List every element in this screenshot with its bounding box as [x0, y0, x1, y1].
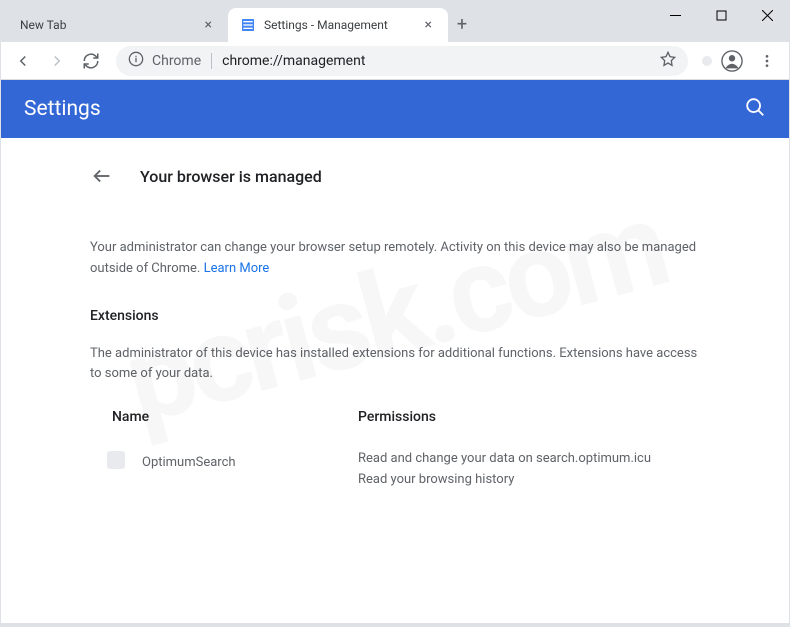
settings-content: Your browser is managed Your administrat… — [0, 138, 790, 491]
menu-button[interactable] — [752, 46, 782, 76]
extensions-section-title: Extensions — [90, 308, 700, 324]
toolbar-right — [702, 46, 782, 76]
tab-strip: New Tab × Settings - Management × + — [0, 0, 652, 42]
column-header-permissions: Permissions — [358, 409, 436, 425]
extensions-table: Name Permissions OptimumSearch Read and … — [90, 409, 700, 491]
account-icon[interactable] — [718, 47, 746, 75]
info-icon — [128, 51, 144, 71]
page-subheader: Your browser is managed — [0, 138, 790, 214]
settings-header: Settings — [0, 80, 790, 138]
tab-new-tab[interactable]: New Tab × — [8, 8, 228, 42]
back-button[interactable] — [8, 46, 38, 76]
learn-more-link[interactable]: Learn More — [204, 261, 270, 276]
address-url: chrome://management — [222, 53, 652, 69]
close-window-button[interactable] — [744, 0, 790, 30]
maximize-button[interactable] — [698, 0, 744, 30]
settings-icon — [240, 17, 256, 33]
window-controls — [652, 0, 790, 30]
extension-name: OptimumSearch — [142, 449, 358, 470]
address-scheme: Chrome — [152, 53, 212, 69]
table-header: Name Permissions — [90, 409, 700, 425]
address-bar[interactable]: Chrome chrome://management — [116, 46, 688, 76]
extension-permissions: Read and change your data on search.opti… — [358, 449, 651, 491]
bookmark-icon[interactable] — [660, 51, 676, 71]
main-panel: Your administrator can change your brows… — [90, 238, 700, 491]
minimize-button[interactable] — [652, 0, 698, 30]
close-icon[interactable]: × — [201, 15, 216, 35]
column-header-name: Name — [90, 409, 358, 425]
extension-icon — [107, 451, 125, 469]
reload-button[interactable] — [76, 46, 106, 76]
new-tab-button[interactable]: + — [448, 10, 476, 38]
extension-icon-cell — [90, 449, 142, 469]
settings-header-title: Settings — [24, 97, 744, 121]
tab-title: Settings - Management — [264, 18, 413, 32]
search-button[interactable] — [744, 96, 766, 122]
page-title: Your browser is managed — [140, 167, 322, 186]
management-info-text: Your administrator can change your brows… — [90, 238, 700, 280]
tab-title: New Tab — [20, 18, 193, 32]
table-row: OptimumSearch Read and change your data … — [90, 449, 700, 491]
tab-settings-management[interactable]: Settings - Management × — [228, 8, 448, 42]
back-arrow-button[interactable] — [82, 156, 122, 196]
extensions-section-desc: The administrator of this device has ins… — [90, 344, 700, 386]
forward-button[interactable] — [42, 46, 72, 76]
browser-toolbar: Chrome chrome://management — [0, 42, 790, 80]
window-titlebar: New Tab × Settings - Management × + — [0, 0, 790, 42]
extension-indicator-icon[interactable] — [702, 56, 712, 66]
close-icon[interactable]: × — [421, 15, 436, 35]
